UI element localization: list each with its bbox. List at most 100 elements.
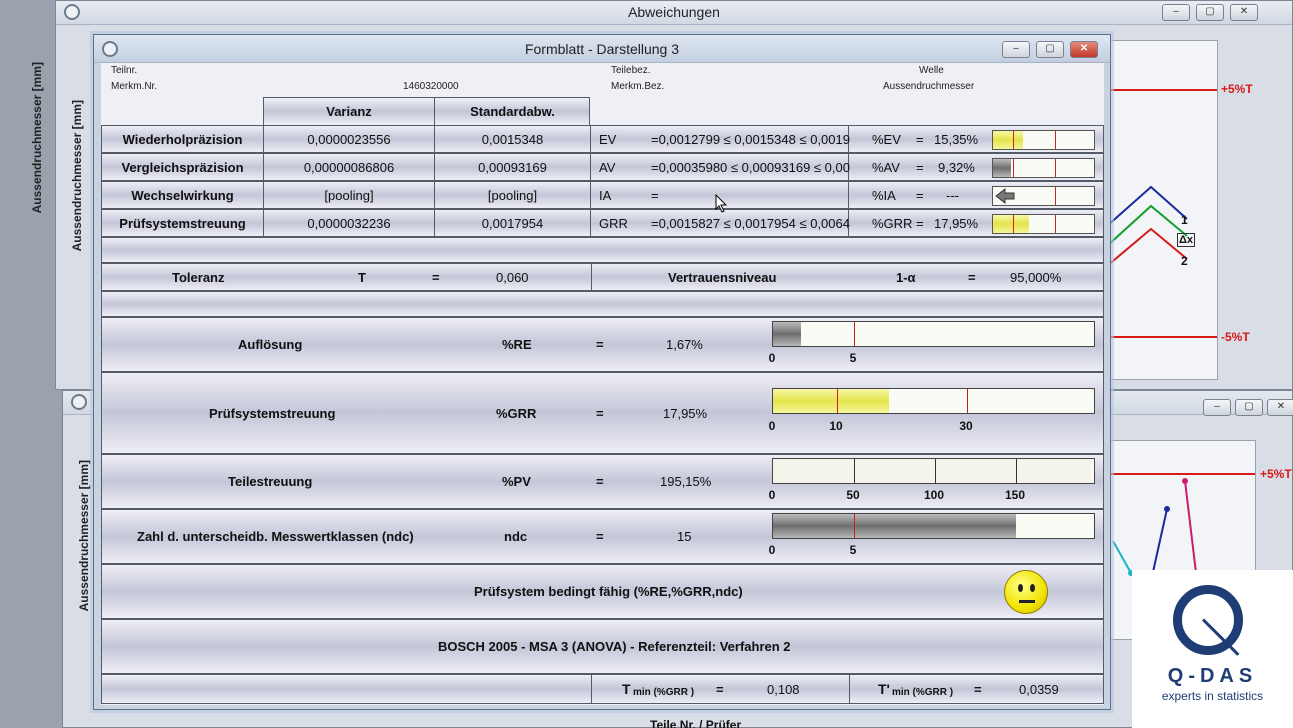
method-row: BOSCH 2005 - MSA 3 (ANOVA) - Referenztei…: [101, 619, 1104, 674]
minibar-fill: [993, 215, 1029, 233]
row-pct: 17,95%: [934, 216, 979, 231]
tmin2-value: 0,0359: [1019, 682, 1059, 697]
metric-row-grr: Prüfsystemstreuung %GRR = 17,95% 0 10 30: [101, 372, 1104, 454]
metric-bar-mark-10: [837, 389, 838, 413]
dialog-maximize-button[interactable]: ▢: [1036, 41, 1064, 58]
right-chart-lines: [1107, 185, 1188, 267]
divider: [591, 675, 592, 703]
metric-bar-mark-150: [1016, 459, 1017, 483]
row-pct: ---: [946, 188, 959, 203]
spacer-row-2: [101, 291, 1104, 317]
metric-eq: =: [596, 337, 604, 352]
row-interval: =: [641, 182, 849, 208]
row-pct-label: %EV: [872, 132, 901, 147]
row-stdabw: 0,00093169: [435, 154, 591, 180]
metric-row-pv: Teilestreuung %PV = 195,15% 0 50 100 150: [101, 454, 1104, 509]
arrow-left-icon: [995, 187, 1015, 205]
metric-symbol: %RE: [502, 337, 532, 352]
metric-tick: 5: [849, 351, 857, 365]
metric-eq: =: [596, 406, 604, 421]
row-label: Wiederholpräzision: [102, 126, 264, 152]
row-code: IA: [599, 187, 612, 203]
merkmnr-value: 1460320000: [403, 81, 459, 92]
row-varianz: [pooling]: [264, 182, 435, 208]
metric-tick: 10: [829, 419, 843, 433]
tmin-eq: =: [716, 682, 724, 697]
formblatt-dialog: Formblatt - Darstellung 3 – ▢ ✕ Teilnr. …: [93, 34, 1111, 710]
row-label: Wechselwirkung: [102, 182, 264, 208]
metric-tick: 0: [768, 543, 776, 557]
spacer-row: [101, 237, 1104, 263]
metric-bar-mark-50: [854, 459, 855, 483]
verdict-row: Prüfsystem bedingt fähig (%RE,%GRR,ndc): [101, 564, 1104, 619]
metric-row-re: Auflösung %RE = 1,67% 0 5: [101, 317, 1104, 372]
toleranz-value: 0,060: [496, 270, 529, 285]
maximize-button-2[interactable]: ▢: [1235, 399, 1263, 416]
metric-bar: [772, 458, 1095, 484]
metric-tick: 150: [1004, 488, 1026, 502]
minibar-tick-30: [1055, 159, 1056, 177]
row-varianz: 0,0000032236: [264, 210, 435, 236]
row-pct-label: %GRR: [872, 216, 913, 231]
row-pct: 15,35%: [934, 132, 979, 147]
row-code: GRR: [599, 215, 628, 231]
tmin2-sub: min (%GRR ): [892, 687, 954, 698]
yaxis-label-lower: Aussendruchmesser [mm]: [77, 460, 91, 612]
dialog-minimize-button[interactable]: –: [1002, 41, 1030, 58]
metric-bar-mark-5: [854, 322, 855, 346]
teilnr-label: Teilnr.: [111, 65, 138, 76]
toleranz-label: Toleranz: [172, 270, 225, 285]
row-eq: =: [916, 188, 924, 203]
column-header-row: Varianz Standardabw.: [263, 97, 590, 125]
row-varianz: 0,00000086806: [264, 154, 435, 180]
metric-value: 1,67%: [666, 337, 703, 352]
minimize-button[interactable]: –: [1162, 4, 1190, 21]
app-icon-2: [71, 394, 87, 410]
minimize-button-2[interactable]: –: [1203, 399, 1231, 416]
merkmbez-label: Merkm.Bez.: [611, 81, 665, 92]
row-pct: 9,32%: [938, 160, 975, 175]
yaxis-label-mid: Aussendruchmesser [mm]: [70, 100, 84, 252]
legend-dx: Δx: [1177, 233, 1196, 247]
metric-label: Auflösung: [238, 337, 303, 352]
row-code: AV: [599, 159, 616, 175]
col-stdabw: Standardabw.: [470, 104, 555, 119]
dialog-titlebar: Formblatt - Darstellung 3 – ▢ ✕: [94, 35, 1110, 63]
tmin-sub: min (%GRR ): [633, 687, 695, 698]
row-eq: =: [916, 160, 924, 175]
upper-tolerance-label: +5%T: [1221, 82, 1253, 96]
metric-label: Prüfsystemstreuung: [209, 406, 336, 421]
metric-tick: 100: [923, 488, 945, 502]
metric-tick: 0: [768, 419, 776, 433]
close-button-2[interactable]: ✕: [1267, 399, 1293, 416]
row-label: Vergleichspräzision: [102, 154, 264, 180]
merkmbez-value: Aussendruchmesser: [883, 81, 975, 92]
legend-1: 1: [1181, 213, 1188, 227]
metric-bar: [772, 513, 1095, 539]
app-icon: [64, 4, 80, 20]
table-row-grr: Prüfsystemstreuung 0,0000032236 0,001795…: [101, 209, 1104, 237]
dialog-app-icon: [102, 41, 118, 57]
toleranz-symbol: T: [358, 270, 366, 285]
tmin2-label: T': [878, 681, 890, 697]
row-stdabw: 0,0015348: [435, 126, 591, 152]
maximize-button[interactable]: ▢: [1196, 4, 1224, 21]
divider: [591, 264, 592, 290]
metric-eq: =: [596, 529, 604, 544]
row-varianz: 0,0000023556: [264, 126, 435, 152]
teilebez-label: Teilebez.: [611, 65, 651, 76]
row-stdabw: 0,0017954: [435, 210, 591, 236]
tmin-value: 0,108: [767, 682, 800, 697]
metric-label: Zahl d. unterscheidb. Messwertklassen (n…: [137, 529, 414, 544]
metric-value: 15: [677, 529, 692, 544]
minibar-tick-10: [1013, 131, 1014, 149]
xaxis-label-lower: Teile Nr. / Prüfer: [650, 718, 742, 728]
metric-bar: [772, 388, 1095, 414]
row-interval: =0,0012799 ≤ 0,0015348 ≤ 0,0019: [641, 126, 850, 152]
dialog-close-button[interactable]: ✕: [1070, 41, 1098, 58]
row-minibar: [992, 214, 1095, 234]
metric-bar-mark-100: [935, 459, 936, 483]
metric-symbol: %GRR: [496, 406, 537, 421]
metric-bar-fill: [773, 389, 889, 413]
close-button[interactable]: ✕: [1230, 4, 1258, 21]
